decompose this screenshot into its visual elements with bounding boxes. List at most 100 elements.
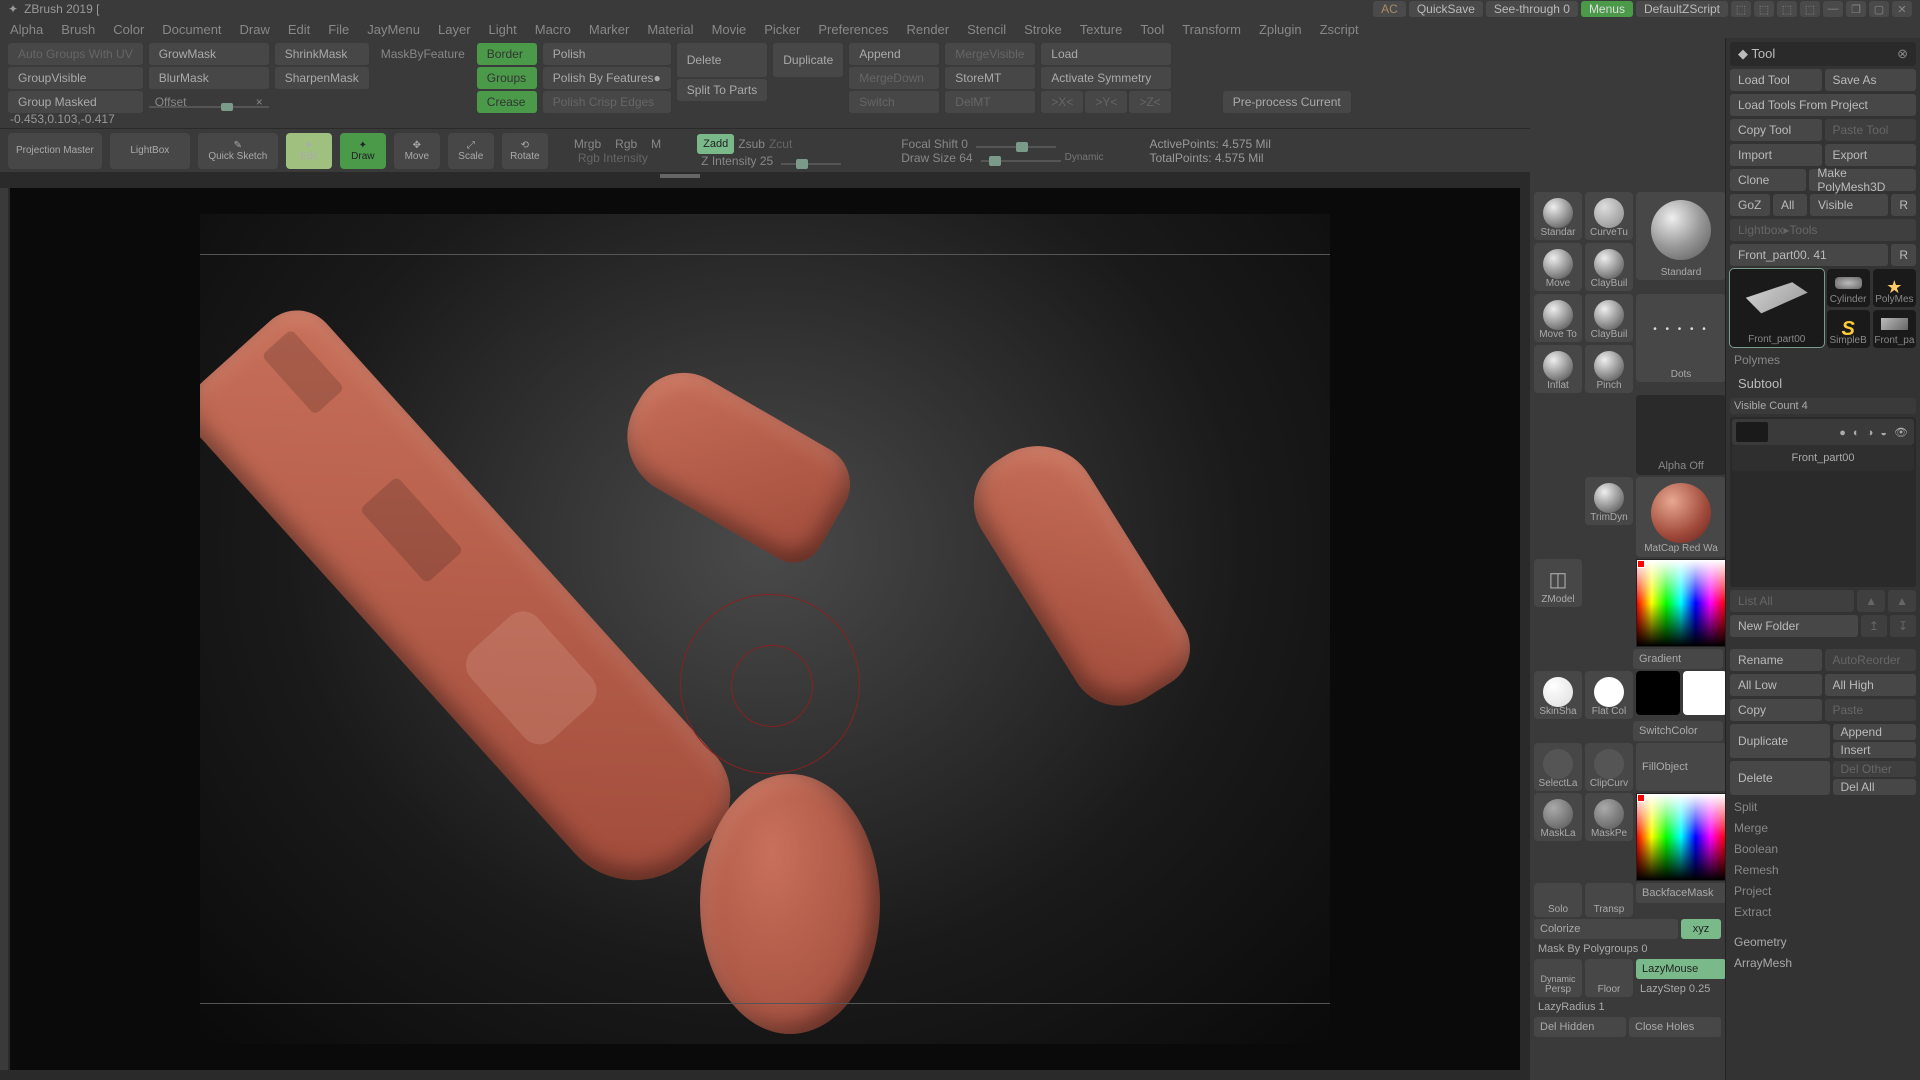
shrinkmask-button[interactable]: ShrinkMask <box>275 43 369 65</box>
transp-button[interactable]: Transp <box>1585 883 1633 917</box>
groupmasked-button[interactable]: Group Masked <box>8 91 143 113</box>
menu-texture[interactable]: Texture <box>1080 22 1123 37</box>
duplicate-st-button[interactable]: Duplicate <box>1730 724 1830 758</box>
arraymesh-section[interactable]: ArrayMesh <box>1730 954 1916 972</box>
zadd-button[interactable]: Zadd <box>697 134 734 154</box>
menu-document[interactable]: Document <box>162 22 221 37</box>
sharpenmask-button[interactable]: SharpenMask <box>275 67 369 89</box>
zsub-button[interactable]: Zsub <box>738 137 765 151</box>
delall-button[interactable]: Del All <box>1833 779 1917 795</box>
colorize-button[interactable]: Colorize <box>1534 919 1678 939</box>
lightbox-button[interactable]: LightBox <box>110 133 190 169</box>
brush-move[interactable]: Move <box>1534 243 1582 291</box>
mergedown-button[interactable]: MergeDown <box>849 67 939 89</box>
menu-picker[interactable]: Picker <box>764 22 800 37</box>
tool-thumb-polymesh[interactable]: ★PolyMes <box>1873 269 1916 307</box>
subtool-item-name[interactable]: Front_part00 <box>1732 445 1914 471</box>
menu-zplugin[interactable]: Zplugin <box>1259 22 1302 37</box>
brush-clipcurve[interactable]: ClipCurv <box>1585 743 1633 791</box>
xsym-button[interactable]: >X< <box>1041 91 1083 113</box>
activatesym-button[interactable]: Activate Symmetry <box>1041 67 1170 89</box>
subtool-vis-icons[interactable]: ● ◐ ◑ ◒ 👁 <box>1839 426 1910 439</box>
copytool-button[interactable]: Copy Tool <box>1730 119 1822 141</box>
mat-flatcolor[interactable]: Flat Col <box>1585 671 1633 719</box>
tool-thumb-simplebrush[interactable]: SSimpleB <box>1827 310 1870 348</box>
rename-button[interactable]: Rename <box>1730 649 1822 671</box>
lazymouse-button[interactable]: LazyMouse <box>1636 959 1725 979</box>
visiblecount-slider[interactable]: Visible Count 4 <box>1730 398 1916 414</box>
scale-button[interactable]: ⤢Scale <box>448 133 494 169</box>
offset-slider[interactable]: Offset× <box>149 91 269 113</box>
brush-pinch[interactable]: Pinch <box>1585 345 1633 393</box>
duplicate-button[interactable]: Duplicate <box>773 43 843 77</box>
rotate-button[interactable]: ⟲Rotate <box>502 133 548 169</box>
polish-button[interactable]: Polish <box>543 43 671 65</box>
append-button[interactable]: Append <box>849 43 939 65</box>
blurmask-button[interactable]: BlurMask <box>149 67 269 89</box>
delother-button[interactable]: Del Other <box>1833 761 1917 777</box>
border-button[interactable]: Border <box>477 43 537 65</box>
menu-alpha[interactable]: Alpha <box>10 22 43 37</box>
export-button[interactable]: Export <box>1825 144 1917 166</box>
listall-button[interactable]: List All <box>1730 590 1854 612</box>
swatch-black[interactable] <box>1636 671 1680 715</box>
toolname-r-button[interactable]: R <box>1891 244 1916 266</box>
brush-maskpen[interactable]: MaskPe <box>1585 793 1633 841</box>
import-button[interactable]: Import <box>1730 144 1822 166</box>
subtool-item-1[interactable]: ● ◐ ◑ ◒ 👁 <box>1732 419 1914 445</box>
mat-skinshade[interactable]: SkinSha <box>1534 671 1582 719</box>
menu-marker[interactable]: Marker <box>589 22 629 37</box>
mesh-part-1-base[interactable] <box>700 774 880 1034</box>
menu-stencil[interactable]: Stencil <box>967 22 1006 37</box>
extract-section[interactable]: Extract <box>1730 903 1916 921</box>
menu-edit[interactable]: Edit <box>288 22 310 37</box>
focalshift-label[interactable]: Focal Shift 0 <box>901 137 968 151</box>
projection-master-button[interactable]: Projection Master <box>8 133 102 169</box>
menu-light[interactable]: Light <box>489 22 517 37</box>
brush-standard[interactable]: Standar <box>1534 192 1582 240</box>
close-icon[interactable]: ✕ <box>1892 1 1912 17</box>
layout-icon-1[interactable]: ⬚ <box>1731 1 1751 17</box>
layout-icon-4[interactable]: ⬚ <box>1800 1 1820 17</box>
boolean-section[interactable]: Boolean <box>1730 840 1916 858</box>
material-preview[interactable]: MatCap Red Wa <box>1636 477 1725 557</box>
split-button[interactable]: Split To Parts <box>677 79 767 101</box>
menu-movie[interactable]: Movie <box>712 22 747 37</box>
mergevisible-button[interactable]: MergeVisible <box>945 43 1035 65</box>
switchcolor-button[interactable]: SwitchColor <box>1633 721 1723 741</box>
floor-button[interactable]: Floor <box>1585 959 1633 997</box>
draw-button[interactable]: ✦Draw <box>340 133 386 169</box>
tool-thumb-current[interactable]: Front_part00 <box>1730 269 1824 347</box>
project-section[interactable]: Project <box>1730 882 1916 900</box>
mesh-part-2[interactable] <box>605 355 864 574</box>
paste-st-button[interactable]: Paste <box>1825 699 1917 721</box>
mesh-part-3[interactable] <box>955 423 1205 724</box>
layout-icon-3[interactable]: ⬚ <box>1777 1 1797 17</box>
crease-button[interactable]: Crease <box>477 91 537 113</box>
saveas-button[interactable]: Save As <box>1825 69 1917 91</box>
lazyradius-slider[interactable]: LazyRadius 1 <box>1534 999 1721 1015</box>
lightbox-tools-button[interactable]: Lightbox▸Tools <box>1730 219 1916 241</box>
fillobject-button[interactable]: FillObject <box>1636 743 1725 791</box>
stroke-dots[interactable]: • • • • •Dots <box>1636 294 1725 382</box>
menu-tool[interactable]: Tool <box>1140 22 1164 37</box>
tool-thumb-cylinder[interactable]: Cylinder <box>1827 269 1870 307</box>
dynamic-label[interactable]: Dynamic <box>1065 152 1104 163</box>
loadtool-button[interactable]: Load Tool <box>1730 69 1822 91</box>
menu-jaymenu[interactable]: JayMenu <box>367 22 420 37</box>
clone-button[interactable]: Clone <box>1730 169 1806 191</box>
viewport[interactable] <box>10 188 1520 1070</box>
brush-curvetube[interactable]: CurveTu <box>1585 192 1633 240</box>
default-zscript-button[interactable]: DefaultZScript <box>1636 1 1728 17</box>
canvas[interactable] <box>200 214 1330 1044</box>
append-st-button[interactable]: Append <box>1833 724 1917 740</box>
menu-color[interactable]: Color <box>113 22 144 37</box>
menu-brush[interactable]: Brush <box>61 22 95 37</box>
brush-selected-standard[interactable]: Standard <box>1636 192 1725 280</box>
groupvisible-button[interactable]: GroupVisible <box>8 67 143 89</box>
persp-button[interactable]: DynamicPersp <box>1534 959 1582 997</box>
makepolymesh-button[interactable]: Make PolyMesh3D <box>1809 169 1916 191</box>
movedown-icon[interactable]: ▲ <box>1888 590 1916 612</box>
zcut-button[interactable]: Zcut <box>769 137 792 151</box>
pastetool-button[interactable]: Paste Tool <box>1825 119 1917 141</box>
